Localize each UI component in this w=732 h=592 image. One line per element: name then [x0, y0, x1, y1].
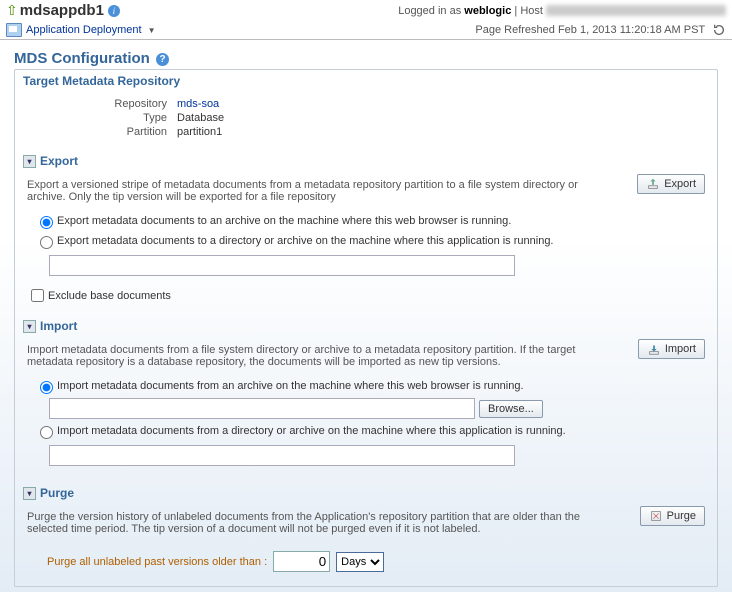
- refresh-time: Feb 1, 2013 11:20:18 AM PST: [558, 24, 705, 36]
- export-button-label: Export: [664, 178, 696, 190]
- import-radio-directory-server[interactable]: [40, 426, 53, 439]
- export-body: Export Export a versioned stripe of meta…: [15, 172, 717, 315]
- import-button-label: Import: [665, 343, 696, 355]
- login-info: Logged in as weblogic | Host: [398, 5, 726, 17]
- repo-label: Repository: [27, 98, 177, 110]
- export-icon: [646, 177, 660, 191]
- info-icon[interactable]: i: [108, 5, 120, 17]
- export-radio-archive-browser[interactable]: [40, 216, 53, 229]
- deployment-icon: [6, 23, 22, 37]
- import-body: Import Import metadata documents from a …: [15, 337, 717, 482]
- refresh-info: Page Refreshed Feb 1, 2013 11:20:18 AM P…: [475, 23, 726, 37]
- export-opt2-label: Export metadata documents to a directory…: [57, 235, 554, 247]
- disclose-icon[interactable]: ▾: [23, 320, 36, 333]
- host-label: Host: [520, 5, 543, 17]
- export-header[interactable]: ▾ Export: [15, 150, 717, 172]
- target-title: Target Metadata Repository: [15, 70, 717, 92]
- import-opt2-label: Import metadata documents from a directo…: [57, 425, 566, 437]
- purge-unit-select[interactable]: Days: [336, 552, 384, 572]
- up-arrow-icon[interactable]: ⇧: [6, 2, 18, 19]
- export-desc: Export a versioned stripe of metadata do…: [27, 179, 705, 203]
- partition-label: Partition: [27, 126, 177, 138]
- page-title-text: MDS Configuration: [14, 50, 150, 67]
- export-path-input[interactable]: [49, 255, 515, 276]
- login-prefix: Logged in as: [398, 5, 461, 17]
- import-title: Import: [40, 319, 77, 333]
- exclude-label: Exclude base documents: [48, 290, 171, 302]
- import-opt2-row[interactable]: Import metadata documents from a directo…: [35, 423, 705, 439]
- purge-input-row: Purge all unlabeled past versions older …: [47, 551, 705, 572]
- refresh-icon[interactable]: [712, 23, 726, 37]
- application-deployment-menu[interactable]: Application Deployment ▼: [26, 24, 156, 36]
- purge-body: Purge Purge the version history of unlab…: [15, 504, 717, 586]
- purge-row-label: Purge all unlabeled past versions older …: [47, 556, 267, 568]
- export-opt1-row[interactable]: Export metadata documents to an archive …: [35, 213, 705, 229]
- purge-header[interactable]: ▾ Purge: [15, 482, 717, 504]
- host-value-obscured: [546, 5, 726, 16]
- export-opt2-row[interactable]: Export metadata documents to a directory…: [35, 233, 705, 249]
- deployment-label: Application Deployment: [26, 24, 142, 36]
- import-desc: Import metadata documents from a file sy…: [27, 344, 705, 368]
- help-icon[interactable]: ?: [156, 53, 169, 66]
- import-radio-archive-browser[interactable]: [40, 381, 53, 394]
- page-title: MDS Configuration ?: [14, 50, 718, 67]
- import-opt1-row[interactable]: Import metadata documents from an archiv…: [35, 378, 705, 394]
- export-opt1-label: Export metadata documents to an archive …: [57, 215, 511, 227]
- section-target-repository: Target Metadata Repository Repositorymds…: [14, 69, 718, 587]
- repo-link[interactable]: mds-soa: [177, 98, 219, 110]
- export-button[interactable]: Export: [637, 174, 705, 194]
- export-radio-directory-server[interactable]: [40, 236, 53, 249]
- purge-button-label: Purge: [667, 510, 696, 522]
- login-user: weblogic: [464, 5, 511, 17]
- app-name[interactable]: mdsappdb1: [20, 2, 104, 19]
- import-icon: [647, 342, 661, 356]
- page-header: ⇧ mdsappdb1 i Logged in as weblogic | Ho…: [0, 0, 732, 21]
- subheader: Application Deployment ▼ Page Refreshed …: [0, 21, 732, 40]
- content-area: MDS Configuration ? Target Metadata Repo…: [0, 40, 732, 592]
- refresh-prefix: Page Refreshed: [475, 24, 555, 36]
- exclude-base-checkbox[interactable]: [31, 289, 44, 302]
- exclude-row[interactable]: Exclude base documents: [27, 286, 705, 305]
- disclose-icon[interactable]: ▾: [23, 155, 36, 168]
- export-title: Export: [40, 154, 78, 168]
- type-label: Type: [27, 112, 177, 124]
- type-value: Database: [177, 112, 224, 124]
- import-header[interactable]: ▾ Import: [15, 315, 717, 337]
- purge-desc: Purge the version history of unlabeled d…: [27, 511, 705, 535]
- import-path-input[interactable]: [49, 445, 515, 466]
- import-button[interactable]: Import: [638, 339, 705, 359]
- chevron-down-icon: ▼: [148, 26, 156, 35]
- purge-age-input[interactable]: [273, 551, 330, 572]
- import-opt1-label: Import metadata documents from an archiv…: [57, 380, 524, 392]
- purge-icon: [649, 509, 663, 523]
- disclose-icon[interactable]: ▾: [23, 487, 36, 500]
- partition-value: partition1: [177, 126, 222, 138]
- purge-title: Purge: [40, 486, 74, 500]
- browse-button[interactable]: Browse...: [479, 400, 543, 418]
- import-file-input[interactable]: [49, 398, 475, 419]
- purge-button[interactable]: Purge: [640, 506, 705, 526]
